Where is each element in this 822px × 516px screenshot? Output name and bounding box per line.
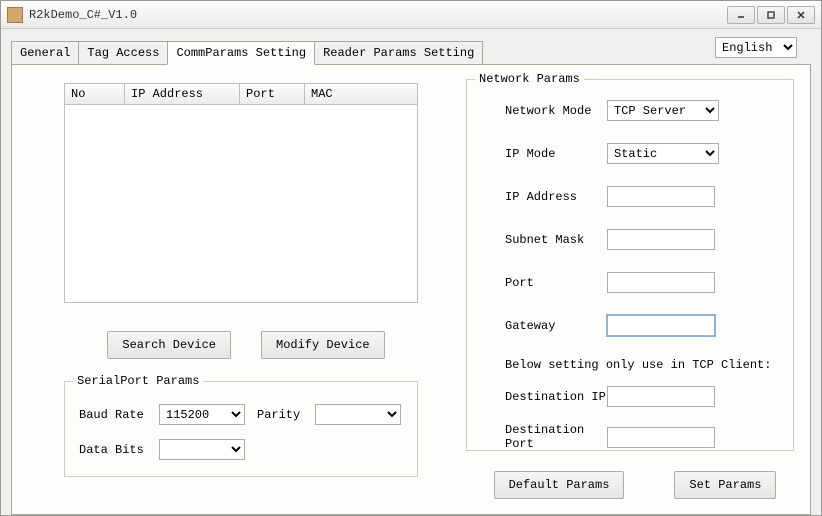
app-icon: [7, 7, 23, 23]
tab-general[interactable]: General: [11, 41, 79, 65]
grid-header-mac[interactable]: MAC: [305, 84, 417, 104]
ip-address-input[interactable]: [607, 186, 715, 207]
grid-header-ip[interactable]: IP Address: [125, 84, 240, 104]
right-column: Network Params Network Mode TCP Server I…: [466, 79, 794, 499]
maximize-button[interactable]: [757, 6, 785, 24]
subnet-mask-label: Subnet Mask: [481, 233, 607, 247]
minimize-button[interactable]: [727, 6, 755, 24]
modify-device-button[interactable]: Modify Device: [261, 331, 385, 359]
tab-tag-access[interactable]: Tag Access: [78, 41, 168, 65]
dest-ip-input[interactable]: [607, 386, 715, 407]
content-area: English General Tag Access CommParams Se…: [1, 29, 821, 515]
device-buttons: Search Device Modify Device: [64, 331, 418, 359]
parity-select[interactable]: [315, 404, 401, 425]
close-button[interactable]: [787, 6, 815, 24]
tcp-client-note: Below setting only use in TCP Client:: [505, 358, 779, 372]
subnet-mask-input[interactable]: [607, 229, 715, 250]
tab-panel: No IP Address Port MAC Search Device Mod…: [11, 65, 811, 515]
tab-comm-params[interactable]: CommParams Setting: [167, 41, 315, 65]
ip-mode-select[interactable]: Static: [607, 143, 719, 164]
search-device-button[interactable]: Search Device: [107, 331, 231, 359]
window-title: R2kDemo_C#_V1.0: [29, 8, 727, 22]
grid-header-no[interactable]: No: [65, 84, 125, 104]
titlebar: R2kDemo_C#_V1.0: [1, 1, 821, 29]
left-column: No IP Address Port MAC Search Device Mod…: [64, 83, 418, 477]
set-params-button[interactable]: Set Params: [674, 471, 776, 499]
gateway-input[interactable]: [607, 315, 715, 336]
baud-rate-label: Baud Rate: [79, 408, 153, 422]
tab-bar: General Tag Access CommParams Setting Re…: [11, 41, 811, 65]
parity-label: Parity: [257, 408, 309, 422]
network-fieldset: Network Params Network Mode TCP Server I…: [466, 79, 794, 451]
language-select[interactable]: English: [715, 37, 797, 58]
grid-header-port[interactable]: Port: [240, 84, 305, 104]
param-buttons: Default Params Set Params: [466, 471, 794, 499]
baud-rate-select[interactable]: 115200: [159, 404, 245, 425]
serialport-legend: SerialPort Params: [73, 374, 203, 388]
device-grid[interactable]: No IP Address Port MAC: [64, 83, 418, 303]
ip-address-label: IP Address: [481, 190, 607, 204]
default-params-button[interactable]: Default Params: [494, 471, 625, 499]
ip-mode-label: IP Mode: [481, 147, 607, 161]
language-selector-wrap: English: [715, 37, 797, 58]
grid-header: No IP Address Port MAC: [65, 84, 417, 105]
network-legend: Network Params: [475, 72, 584, 86]
network-mode-label: Network Mode: [481, 104, 607, 118]
data-bits-select[interactable]: [159, 439, 245, 460]
gateway-label: Gateway: [481, 319, 607, 333]
window-controls: [727, 6, 815, 24]
tab-reader-params[interactable]: Reader Params Setting: [314, 41, 483, 65]
port-input[interactable]: [607, 272, 715, 293]
port-label: Port: [481, 276, 607, 290]
dest-port-input[interactable]: [607, 427, 715, 448]
serialport-fieldset: SerialPort Params Baud Rate 115200 Parit…: [64, 381, 418, 477]
dest-port-label: Destination Port: [481, 423, 607, 451]
data-bits-label: Data Bits: [79, 443, 153, 457]
network-mode-select[interactable]: TCP Server: [607, 100, 719, 121]
dest-ip-label: Destination IP: [481, 390, 607, 404]
main-window: R2kDemo_C#_V1.0 English General Tag Acce…: [0, 0, 822, 516]
